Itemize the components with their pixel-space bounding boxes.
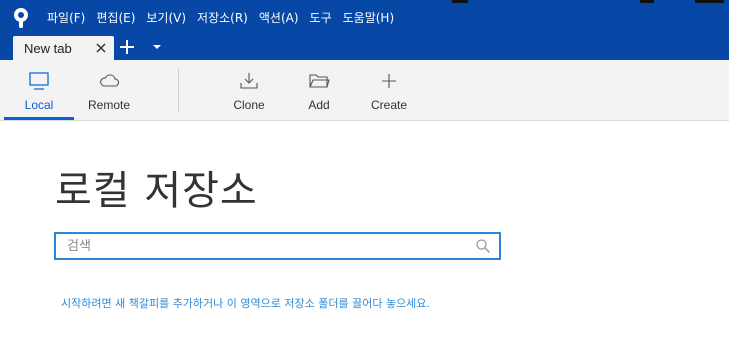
search-box xyxy=(54,232,501,260)
window-edge xyxy=(695,0,724,3)
local-label: Local xyxy=(24,98,54,112)
menu-view[interactable]: 보기(V) xyxy=(146,10,186,26)
menu-edit[interactable]: 편집(E) xyxy=(96,10,135,26)
menu-actions[interactable]: 액션(A) xyxy=(259,10,299,26)
clone-button[interactable]: Clone xyxy=(219,60,279,120)
close-icon[interactable] xyxy=(95,42,107,54)
menu-repository[interactable]: 저장소(R) xyxy=(197,10,248,26)
add-button[interactable]: Add xyxy=(289,60,349,120)
folder-icon xyxy=(309,74,330,88)
page-title: 로컬 저장소 xyxy=(55,168,258,214)
local-button[interactable]: Local xyxy=(4,60,74,120)
create-label: Create xyxy=(370,98,408,112)
remote-button[interactable]: Remote xyxy=(74,60,144,120)
app-logo-icon xyxy=(14,8,28,28)
toolbar-divider xyxy=(178,69,179,111)
active-indicator xyxy=(4,117,74,120)
menu-bar: 파일(F) 편집(E) 보기(V) 저장소(R) 액션(A) 도구 도움말(H) xyxy=(47,10,405,26)
clone-label: Clone xyxy=(233,98,265,112)
create-button[interactable]: Create xyxy=(359,60,419,120)
title-bar: 파일(F) 편집(E) 보기(V) 저장소(R) 액션(A) 도구 도움말(H) xyxy=(0,0,729,33)
monitor-icon xyxy=(29,72,49,90)
remote-label: Remote xyxy=(87,98,131,112)
download-icon xyxy=(240,73,258,89)
plus-icon xyxy=(382,74,396,88)
menu-tools[interactable]: 도구 xyxy=(310,10,332,26)
chevron-down-icon[interactable] xyxy=(152,44,162,50)
search-icon[interactable] xyxy=(475,238,491,254)
window-edge xyxy=(452,0,468,3)
window-edge xyxy=(640,0,654,3)
cloud-icon xyxy=(100,74,120,87)
plus-icon[interactable] xyxy=(120,40,134,54)
menu-file[interactable]: 파일(F) xyxy=(47,10,85,26)
add-label: Add xyxy=(308,98,330,112)
search-input[interactable] xyxy=(56,234,466,258)
menu-help[interactable]: 도움말(H) xyxy=(343,10,395,26)
tab-label: New tab xyxy=(24,41,72,56)
empty-state-hint: 시작하려면 새 책갈피를 추가하거나 이 영역으로 저장소 폴더를 끌어다 놓으… xyxy=(61,297,430,310)
toolbar: Local Remote Clone Add Create xyxy=(0,60,729,121)
tab-new[interactable]: New tab xyxy=(13,36,114,60)
tab-strip: New tab xyxy=(0,33,729,60)
